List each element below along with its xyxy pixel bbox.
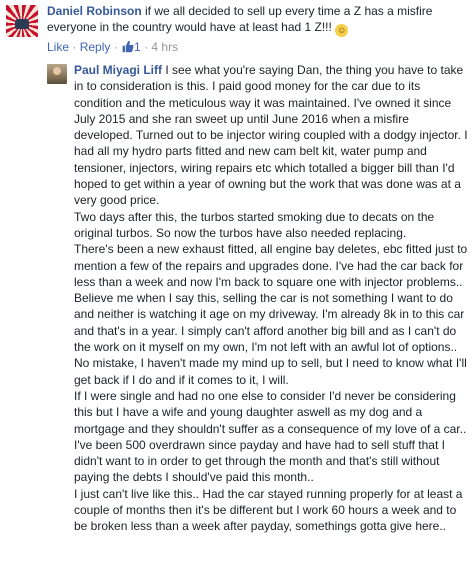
grinning-face-emoji-icon: ☺ (335, 24, 349, 37)
comment-paragraph: If I were single and had no one else to … (74, 388, 467, 436)
separator: · (69, 40, 80, 54)
comment-paragraph: I've been 500 overdrawn since payday and… (74, 437, 445, 485)
separator: · (140, 40, 152, 54)
comment-author[interactable]: Paul Miyagi Liff (74, 63, 162, 77)
thumbs-up-icon (122, 40, 134, 53)
like-link[interactable]: Like (47, 40, 69, 54)
avatar[interactable] (47, 64, 67, 84)
comment-paul-miyagi-liff: Paul Miyagi Liff I see what you're sayin… (74, 62, 469, 535)
comment-author[interactable]: Daniel Robinson (47, 4, 142, 18)
reply-link[interactable]: Reply (80, 40, 111, 54)
avatar[interactable] (6, 5, 38, 37)
comment-paragraph: Two days after this, the turbos started … (74, 209, 435, 240)
comment-actions: Like · Reply · 1 · 4 hrs (47, 40, 178, 54)
timestamp[interactable]: 4 hrs (151, 40, 178, 54)
like-count-value: 1 (134, 40, 141, 54)
comment-body: Daniel Robinson if we all decided to sel… (47, 3, 465, 37)
comment-paragraph: There's been a new exhaust fitted, all e… (74, 242, 468, 355)
comment-text: I see what you're saying Dan, the thing … (74, 63, 468, 208)
like-count[interactable]: 1 (121, 40, 141, 54)
comment-paragraph: Paul Miyagi Liff I see what you're sayin… (74, 62, 469, 209)
comment-paragraph: No mistake, I haven't made my mind up to… (74, 356, 467, 387)
comment-paragraph: I just can't live like this.. Had the ca… (74, 486, 463, 534)
separator: · (110, 40, 122, 54)
